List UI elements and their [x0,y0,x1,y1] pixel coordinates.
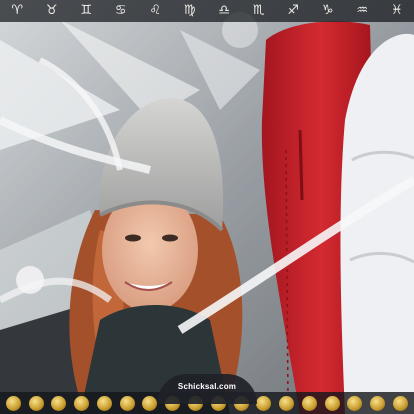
moon-badge-icon[interactable] [279,395,295,411]
pisces-badge-icon[interactable] [256,395,272,411]
star-badge-icon[interactable] [301,395,317,411]
leo-badge-icon[interactable] [96,395,112,411]
virgo-icon[interactable]: ♍ [184,0,196,22]
planet-badge-icon[interactable] [347,395,363,411]
aquarius-icon[interactable]: ♒ [356,0,368,22]
brand-logo[interactable]: Schicksal.com [157,374,257,404]
pisces-icon[interactable]: ♓ [391,0,403,22]
scorpio-icon[interactable]: ♏ [253,0,265,22]
photo-frame: ♈ ♉ ♊ ♋ ♌ ♍ ♎ ♏ ♐ ♑ ♒ ♓ Schicksal.com [0,0,414,414]
zodiac-bar: ♈ ♉ ♊ ♋ ♌ ♍ ♎ ♏ ♐ ♑ ♒ ♓ [0,0,414,22]
libra-badge-icon[interactable] [142,395,158,411]
cancer-badge-icon[interactable] [74,395,90,411]
aries-badge-icon[interactable] [5,395,21,411]
aries-icon[interactable]: ♈ [11,0,23,22]
capricorn-icon[interactable]: ♑ [322,0,334,22]
taurus-icon[interactable]: ♉ [46,0,58,22]
cancer-icon[interactable]: ♋ [115,0,127,22]
sagittarius-icon[interactable]: ♐ [287,0,299,22]
brand-logo-text: Schicksal.com [177,382,237,391]
leo-icon[interactable]: ♌ [149,0,161,22]
virgo-badge-icon[interactable] [119,395,135,411]
photo [0,0,414,414]
rune-badge-icon[interactable] [392,395,408,411]
taurus-badge-icon[interactable] [28,395,44,411]
gemini-icon[interactable]: ♊ [80,0,92,22]
sun-badge-icon[interactable] [324,395,340,411]
gemini-badge-icon[interactable] [51,395,67,411]
crystal-badge-icon[interactable] [370,395,386,411]
libra-icon[interactable]: ♎ [218,0,230,22]
